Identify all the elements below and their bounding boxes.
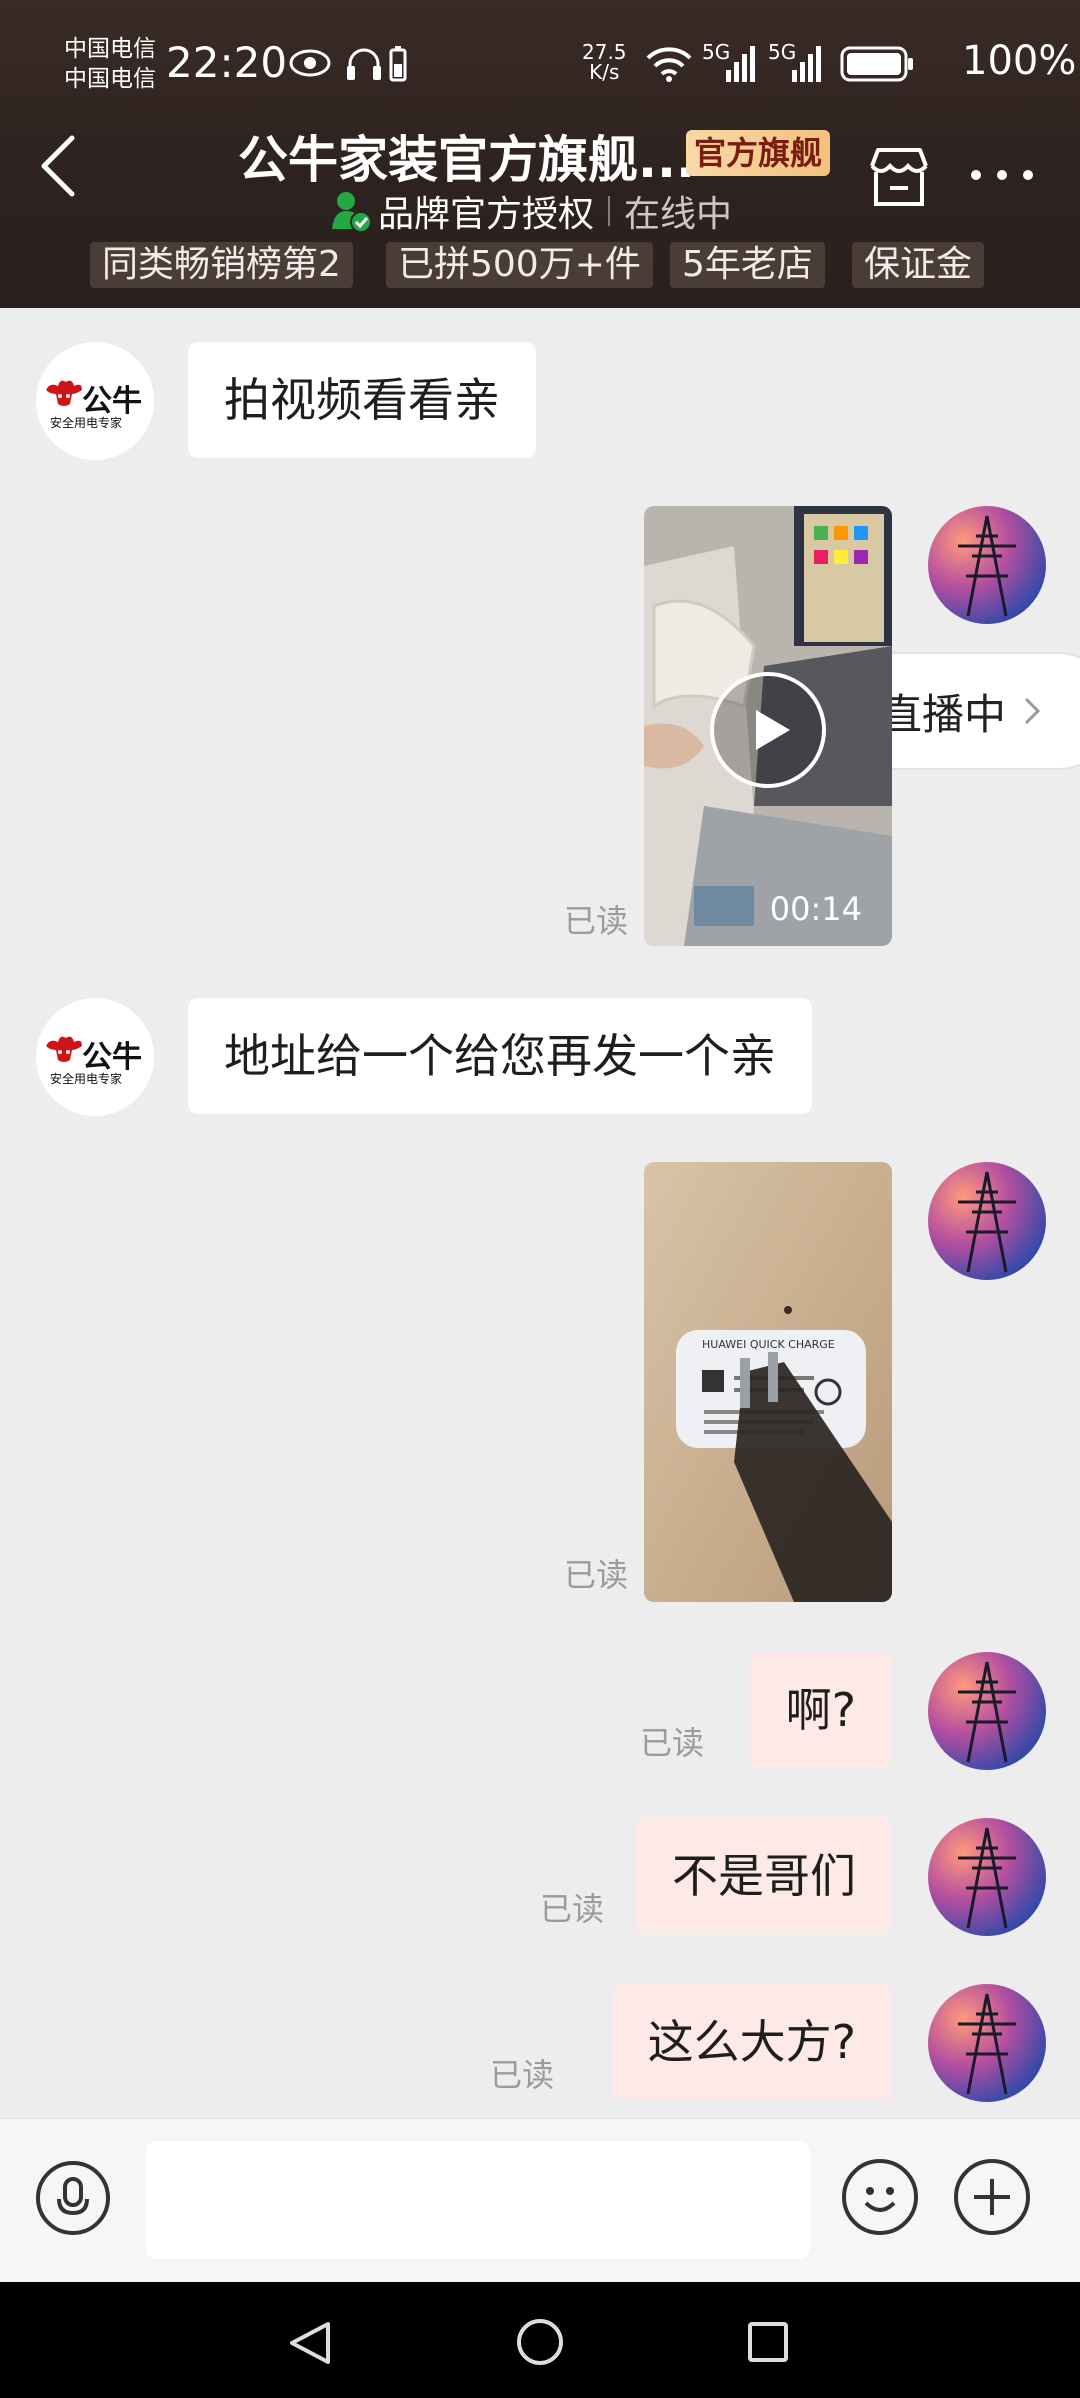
battery-percent: 100%: [962, 38, 1077, 84]
emoji-button[interactable]: [842, 2159, 918, 2235]
chevron-right-icon: [1024, 697, 1041, 725]
back-arrow-icon[interactable]: [30, 128, 100, 204]
headphones-icon: [347, 48, 381, 80]
charger-photo: [644, 1162, 892, 1602]
message-bubble-shop[interactable]: 拍视频看看亲: [188, 342, 536, 458]
nav-home-icon[interactable]: [514, 2316, 566, 2368]
user-avatar[interactable]: [928, 1818, 1046, 1936]
voice-input-button[interactable]: [36, 2161, 110, 2235]
message-input-bar: [0, 2118, 1080, 2283]
brand-authorized-label: 品牌官方授权: [378, 194, 595, 235]
brand-logo-tagline: 安全用电专家: [50, 416, 123, 430]
wifi-icon: [646, 47, 692, 82]
power-tower-avatar-icon: [958, 1171, 1016, 1273]
message-text-input[interactable]: [146, 2141, 810, 2259]
status-time: 22:20: [166, 38, 288, 87]
carrier-labels: 中国电信 中国电信: [64, 34, 156, 94]
tag-shop-age[interactable]: 5年老店: [670, 242, 825, 288]
read-receipt: 已读: [564, 1556, 629, 1594]
status-bar: 中国电信 中国电信 22:20 27.5 K/s 5G 5G 100%: [0, 0, 1080, 130]
add-more-button[interactable]: [954, 2159, 1030, 2235]
image-message[interactable]: HUAWEI QUICK CHARGE: [644, 1162, 892, 1602]
tag-sold-count[interactable]: 已拼500万+件: [386, 242, 653, 288]
message-bubble-user[interactable]: 这么大方?: [611, 1984, 892, 2100]
tag-bestseller[interactable]: 同类畅销榜第2: [90, 242, 353, 288]
more-options-icon[interactable]: [962, 150, 1042, 200]
read-receipt: 已读: [540, 1890, 605, 1928]
carrier-1: 中国电信: [64, 36, 156, 62]
read-receipt: 已读: [640, 1724, 705, 1762]
signal-1: 5G: [702, 40, 758, 84]
message-bubble-shop[interactable]: 地址给一个给您再发一个亲: [188, 998, 812, 1114]
signal-2: 5G: [768, 40, 824, 84]
net-speed-unit: K/s: [589, 60, 620, 84]
plus-icon: [974, 2179, 1010, 2215]
power-tower-avatar-icon: [958, 1827, 1016, 1929]
user-avatar[interactable]: [928, 1984, 1046, 2102]
tag-deposit[interactable]: 保证金: [852, 242, 985, 288]
auth-status-row: 品牌官方授权 在线中: [330, 186, 732, 236]
carrier-2: 中国电信: [64, 66, 156, 92]
message-bubble-user[interactable]: 不是哥们: [636, 1818, 892, 1934]
nav-back-icon[interactable]: [284, 2318, 334, 2368]
video-message[interactable]: 00:14: [644, 506, 892, 946]
signal-bars-icon: [792, 46, 821, 82]
user-avatar[interactable]: [928, 506, 1046, 624]
smiley-icon: [864, 2187, 896, 2212]
user-avatar[interactable]: [928, 1162, 1046, 1280]
net-speed: 27.5 K/s: [582, 42, 627, 82]
shop-avatar[interactable]: 公牛 安全用电专家: [36, 998, 154, 1116]
read-receipt: 已读: [490, 2056, 555, 2094]
nav-recents-icon[interactable]: [744, 2318, 792, 2366]
verified-person-icon: [332, 192, 372, 233]
store-icon[interactable]: [864, 142, 934, 212]
read-receipt: 已读: [564, 902, 629, 940]
chat-messages: 公牛 安全用电专家 拍视频看看亲 直播中 已读 00:14 公牛 安全用电专家 …: [0, 308, 1080, 2118]
divider: [608, 196, 611, 226]
live-label: 直播中: [880, 689, 1007, 739]
power-tower-avatar-icon: [958, 1661, 1016, 1763]
official-flagship-badge: 官方旗舰: [686, 130, 831, 176]
net-speed-value: 27.5: [582, 40, 627, 64]
message-bubble-user[interactable]: 啊?: [749, 1652, 892, 1768]
video-duration: 00:14: [769, 890, 862, 928]
system-nav-bar: [0, 2282, 1080, 2398]
chat-header: 中国电信 中国电信 22:20 27.5 K/s 5G 5G 100% 公牛家装…: [0, 0, 1080, 308]
shop-avatar[interactable]: 公牛 安全用电专家: [36, 342, 154, 460]
power-tower-avatar-icon: [958, 1993, 1016, 2095]
play-icon: [710, 672, 826, 788]
eye-icon: [289, 49, 331, 77]
power-tower-avatar-icon: [958, 515, 1016, 617]
microphone-icon: [57, 2177, 89, 2216]
signal-bars-icon: [726, 46, 755, 82]
shop-title[interactable]: 公牛家装官方旗舰...: [238, 120, 695, 192]
user-avatar[interactable]: [928, 1652, 1046, 1770]
charger-brand-label: HUAWEI QUICK CHARGE: [702, 1338, 835, 1351]
brand-logo-tagline: 安全用电专家: [50, 1072, 123, 1086]
online-status: 在线中: [624, 194, 733, 235]
headphone-battery-icon: [389, 46, 407, 82]
battery-icon: [840, 46, 913, 82]
